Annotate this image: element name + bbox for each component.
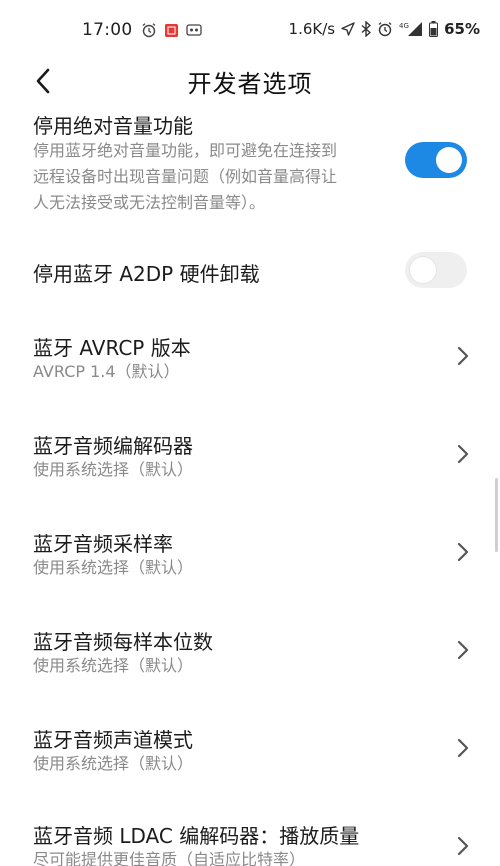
chevron-right-icon [457, 346, 469, 366]
setting-title: 蓝牙音频采样率 [33, 532, 173, 556]
alarm-icon [141, 22, 157, 38]
setting-audio-codec[interactable]: 蓝牙音频编解码器 使用系统选择（默认） [0, 424, 500, 494]
setting-channel-mode[interactable]: 蓝牙音频声道模式 使用系统选择（默认） [0, 718, 500, 788]
signal-icon: 4G [399, 21, 423, 37]
setting-ldac-quality[interactable]: 蓝牙音频 LDAC 编解码器：播放质量 尽可能提供更佳音质（自适应比特率） [0, 816, 500, 866]
network-speed: 1.6K/s [288, 20, 336, 38]
setting-subtitle: 尽可能提供更佳音质（自适应比特率） [33, 850, 306, 866]
toggle-knob [410, 257, 436, 283]
chevron-right-icon [457, 738, 469, 758]
title-bar: 开发者选项 [0, 58, 500, 104]
setting-bits-per-sample[interactable]: 蓝牙音频每样本位数 使用系统选择（默认） [0, 620, 500, 690]
setting-disable-absolute-volume[interactable]: 停用绝对音量功能 停用蓝牙绝对音量功能，即可避免在连接到 远程设备时出现音量问题… [0, 104, 500, 220]
battery-icon [429, 21, 439, 37]
screen: 17:00 1.6K/s 4G 65% 开发者选项 停用绝对音量功能 停用蓝牙绝… [0, 0, 500, 866]
setting-description-line: 人无法接受或无法控制音量等）。 [33, 193, 266, 212]
news-app-icon [164, 23, 178, 37]
svg-text:4G: 4G [399, 22, 409, 30]
status-bar: 17:00 1.6K/s 4G 65% [0, 0, 500, 58]
setting-subtitle: 使用系统选择（默认） [33, 656, 194, 675]
setting-title: 蓝牙音频声道模式 [33, 728, 193, 752]
bluetooth-icon [361, 21, 372, 37]
chevron-right-icon [457, 542, 469, 562]
page-title: 开发者选项 [187, 70, 313, 98]
cassette-icon [185, 24, 202, 36]
setting-subtitle: 使用系统选择（默认） [33, 558, 194, 577]
a2dp-offload-toggle[interactable] [405, 252, 467, 288]
status-right: 1.6K/s 4G 65% [289, 20, 480, 38]
chevron-right-icon [457, 640, 469, 660]
status-time: 17:00 [82, 20, 133, 40]
setting-description-line: 远程设备时出现音量问题（例如音量高得让 [33, 167, 338, 186]
setting-title: 蓝牙音频每样本位数 [33, 630, 213, 654]
setting-description-line: 停用蓝牙绝对音量功能，即可避免在连接到 [33, 141, 338, 160]
settings-list: 停用绝对音量功能 停用蓝牙绝对音量功能，即可避免在连接到 远程设备时出现音量问题… [0, 104, 500, 866]
alarm-clock-icon [377, 21, 393, 37]
setting-title: 蓝牙 AVRCP 版本 [33, 336, 191, 360]
scrollbar[interactable] [495, 478, 498, 552]
toggle-knob [436, 147, 462, 173]
setting-subtitle: AVRCP 1.4（默认） [33, 362, 180, 381]
setting-title: 蓝牙音频编解码器 [33, 434, 193, 458]
chevron-right-icon [457, 444, 469, 464]
setting-disable-a2dp-offload[interactable]: 停用蓝牙 A2DP 硬件卸载 [0, 244, 500, 300]
location-icon [341, 22, 355, 36]
chevron-right-icon [457, 836, 469, 856]
setting-title: 停用蓝牙 A2DP 硬件卸载 [33, 262, 260, 286]
setting-sample-rate[interactable]: 蓝牙音频采样率 使用系统选择（默认） [0, 522, 500, 592]
setting-title: 停用绝对音量功能 [33, 114, 193, 138]
absolute-volume-toggle[interactable] [405, 142, 467, 178]
status-left: 17:00 [82, 20, 202, 40]
setting-title: 蓝牙音频 LDAC 编解码器：播放质量 [33, 824, 360, 848]
setting-subtitle: 使用系统选择（默认） [33, 460, 194, 479]
setting-subtitle: 使用系统选择（默认） [33, 754, 194, 773]
setting-avrcp-version[interactable]: 蓝牙 AVRCP 版本 AVRCP 1.4（默认） [0, 326, 500, 396]
battery-percentage: 65% [444, 20, 480, 38]
